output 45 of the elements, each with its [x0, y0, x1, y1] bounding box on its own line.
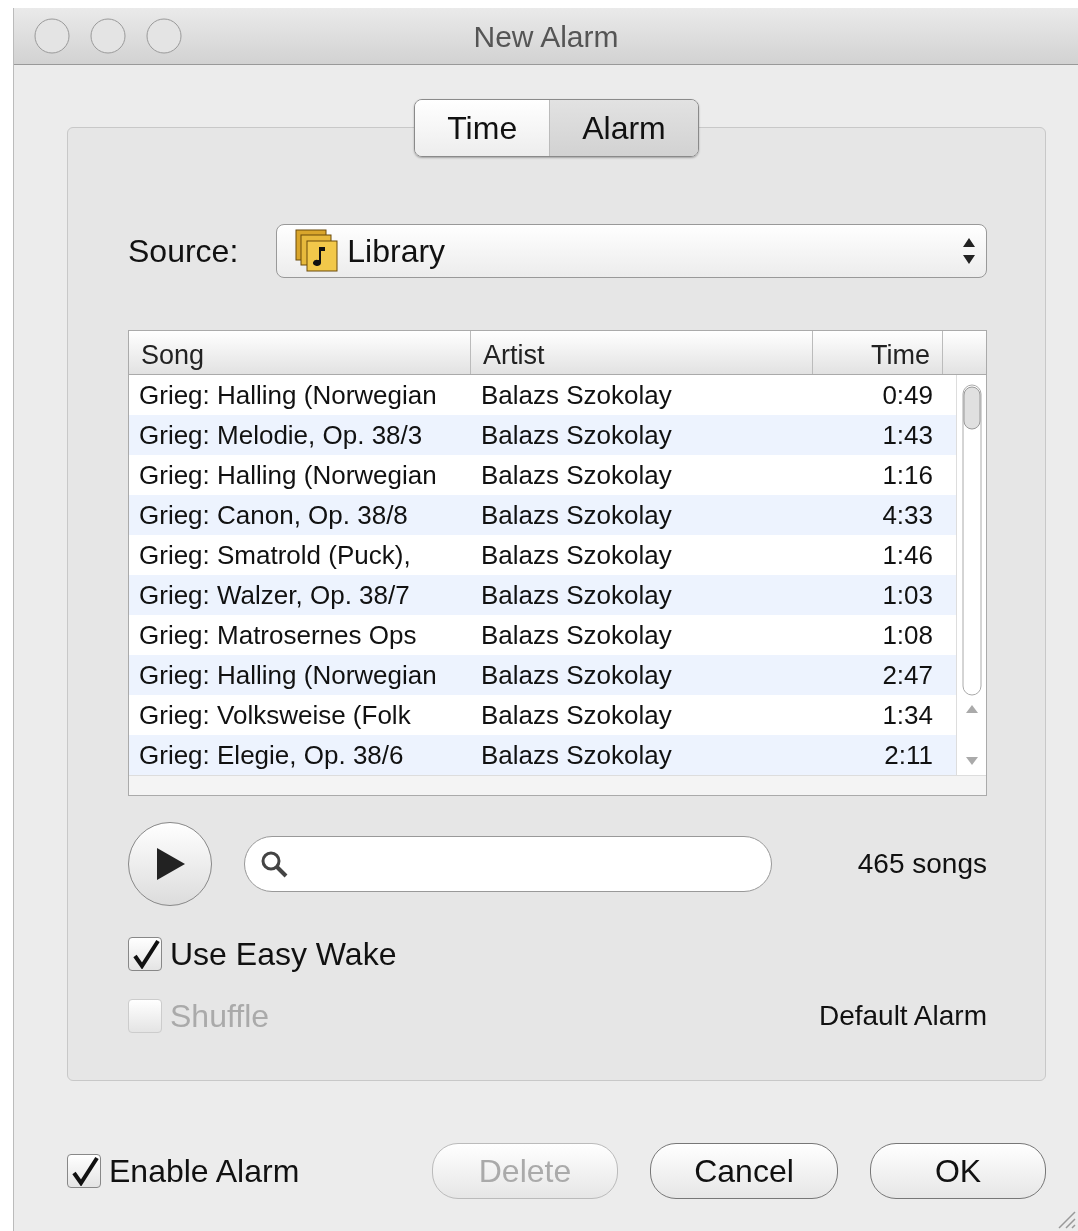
window-title: New Alarm: [473, 19, 619, 53]
source-value: Library: [347, 232, 447, 271]
tab[interactable]: Alarm: [549, 100, 698, 156]
table-cell-text: Grieg: Elegie, Op. 38/6: [138, 738, 405, 772]
table-cell-text: 0:49: [881, 378, 934, 412]
checkbox-label[interactable]: Use Easy Wake: [170, 930, 397, 978]
table-cell-text: 1:16: [881, 458, 934, 492]
table-cell-text: Grieg: Volksweise (Folk: [138, 698, 412, 732]
tab[interactable]: Time: [415, 100, 550, 156]
table-cell-text: 1:34: [881, 698, 934, 732]
table-cell-text: 4:33: [881, 498, 934, 532]
table-cell-text: Balazs Szokolay: [480, 498, 673, 532]
table-cell-text: Balazs Szokolay: [480, 618, 673, 652]
table-cell-text: Balazs Szokolay: [480, 578, 673, 612]
table-cell-text: 2:11: [883, 738, 934, 772]
table-cell-text: Grieg: Melodie, Op. 38/3: [138, 418, 424, 452]
table-cell-text: Balazs Szokolay: [480, 658, 673, 692]
checkbox-label[interactable]: Enable Alarm: [109, 1147, 300, 1195]
table-cell-text: 2:47: [881, 658, 934, 692]
table-cell-text: Grieg: Walzer, Op. 38/7: [138, 578, 411, 612]
table-cell-text: Grieg: Matrosernes Ops: [138, 618, 418, 652]
ok-button[interactable]: OK: [870, 1143, 1046, 1199]
table-cell-text: 1:43: [881, 418, 934, 452]
table-cell-text: Grieg: Smatrold (Puck),: [138, 538, 412, 572]
table-cell-text: 1:03: [881, 578, 934, 612]
table-cell-text: Grieg: Halling (Norwegian: [138, 378, 438, 412]
default-alarm-label: Default Alarm: [818, 999, 987, 1033]
table-cell-text: Balazs Szokolay: [480, 698, 673, 732]
column-header[interactable]: Artist: [471, 331, 813, 374]
song-count: 465 songs: [857, 847, 987, 881]
column-header[interactable]: Song: [129, 331, 471, 374]
table-cell-text: Grieg: Canon, Op. 38/8: [138, 498, 409, 532]
source-dropdown[interactable]: Library: [276, 224, 987, 278]
source-label: Source:: [128, 232, 239, 271]
column-header[interactable]: Time: [813, 331, 943, 374]
table-cell-text: Balazs Szokolay: [480, 538, 673, 572]
table-cell-text: Grieg: Halling (Norwegian: [138, 458, 438, 492]
table-cell-text: Balazs Szokolay: [480, 738, 673, 772]
table-cell-text: 1:08: [881, 618, 934, 652]
cancel-button[interactable]: Cancel: [650, 1143, 838, 1199]
table-cell-text: 1:46: [881, 538, 934, 572]
table-cell-text: Balazs Szokolay: [480, 418, 673, 452]
table-cell-text: Grieg: Halling (Norwegian: [138, 658, 438, 692]
table-cell-text: Balazs Szokolay: [480, 378, 673, 412]
table-cell-text: Balazs Szokolay: [480, 458, 673, 492]
